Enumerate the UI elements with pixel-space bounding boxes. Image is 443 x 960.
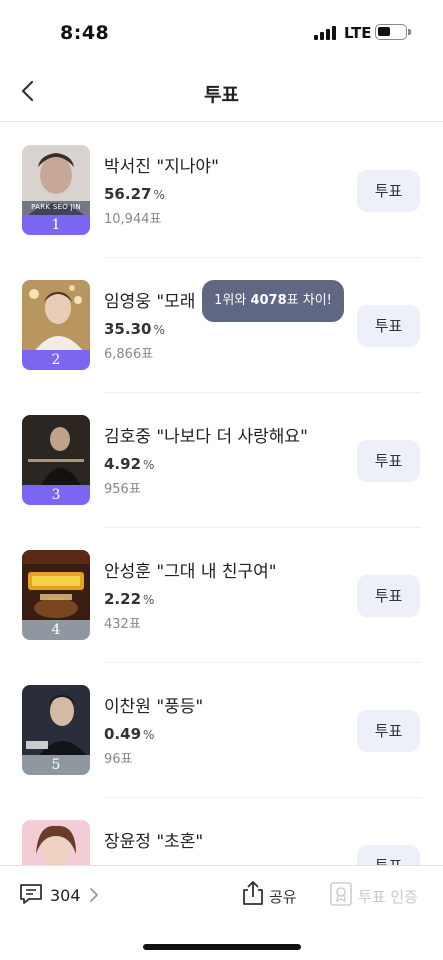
list-item: 장윤정 "초혼" 투표 bbox=[0, 798, 443, 865]
rank-badge: 5 bbox=[22, 755, 90, 775]
candidate-title: 이찬원 "풍등" bbox=[104, 697, 204, 717]
list-item: 4 안성훈 "그대 내 친구여" 2.22% 432표 투표 bbox=[0, 528, 443, 663]
rank-badge: 4 bbox=[22, 620, 90, 640]
artist-photo bbox=[22, 685, 90, 757]
vote-percent: 2.22% bbox=[104, 590, 155, 608]
status-bar: 8:48 LTE bbox=[0, 0, 443, 62]
network-label: LTE bbox=[344, 24, 372, 42]
share-icon[interactable] bbox=[240, 879, 266, 907]
artist-photo bbox=[22, 550, 90, 622]
list-item: 5 이찬원 "풍등" 0.49% 96표 투표 bbox=[0, 663, 443, 798]
vote-button[interactable]: 투표 bbox=[357, 575, 420, 617]
list-item: 2 임영웅 "모래 35.30% 6,866표 투표 bbox=[0, 258, 443, 393]
candidate-title: 박서진 "지나야" bbox=[104, 157, 219, 177]
vote-percent: 4.92% bbox=[104, 455, 155, 473]
album-thumbnail: 3 bbox=[22, 415, 90, 505]
candidate-title: 임영웅 "모래 bbox=[104, 292, 196, 312]
vote-count: 96표 bbox=[104, 752, 133, 767]
certificate-icon bbox=[329, 881, 353, 907]
vote-gap-tooltip: 1위와 4078표 차이! bbox=[202, 280, 344, 322]
vote-percent: 56.27% bbox=[104, 185, 165, 203]
candidate-title: 장윤정 "초혼" bbox=[104, 832, 204, 852]
vote-button[interactable]: 투표 bbox=[357, 845, 420, 865]
album-thumbnail bbox=[22, 820, 90, 865]
vote-count: 956표 bbox=[104, 482, 141, 497]
vote-button[interactable]: 투표 bbox=[357, 170, 420, 212]
candidate-list[interactable]: PARK SEO JIN 1 박서진 "지나야" 56.27% 10,944표 … bbox=[0, 123, 443, 865]
artist-photo bbox=[22, 820, 90, 865]
rank-badge: 2 bbox=[22, 350, 90, 370]
rank-badge: 1 bbox=[22, 215, 90, 235]
list-item: PARK SEO JIN 1 박서진 "지나야" 56.27% 10,944표 … bbox=[0, 123, 443, 258]
nav-bar: 투표 bbox=[0, 62, 443, 122]
album-thumbnail: PARK SEO JIN 1 bbox=[22, 145, 90, 235]
vote-percent: 0.49% bbox=[104, 725, 155, 743]
share-button[interactable]: 공유 bbox=[269, 886, 297, 907]
vote-percent: 35.30% bbox=[104, 320, 165, 338]
bottom-bar: 304 공유 투표 인증 bbox=[0, 865, 443, 923]
album-thumbnail: 2 bbox=[22, 280, 90, 370]
vote-button[interactable]: 투표 bbox=[357, 305, 420, 347]
battery-icon bbox=[375, 24, 411, 40]
artist-photo bbox=[22, 280, 90, 352]
chevron-right-icon[interactable] bbox=[88, 886, 100, 904]
vote-button[interactable]: 투표 bbox=[357, 710, 420, 752]
artist-photo bbox=[22, 415, 90, 487]
vote-certify-button: 투표 인증 bbox=[358, 888, 418, 906]
home-indicator bbox=[143, 944, 301, 950]
album-thumbnail: 4 bbox=[22, 550, 90, 640]
candidate-title: 김호중 "나보다 더 사랑해요" bbox=[104, 427, 308, 447]
candidate-title: 안성훈 "그대 내 친구여" bbox=[104, 562, 277, 582]
signal-icon bbox=[314, 26, 338, 40]
vote-button[interactable]: 투표 bbox=[357, 440, 420, 482]
comment-icon[interactable] bbox=[18, 881, 44, 907]
page-title: 투표 bbox=[204, 84, 239, 106]
vote-count: 432표 bbox=[104, 617, 141, 632]
list-item: 3 김호중 "나보다 더 사랑해요" 4.92% 956표 투표 bbox=[0, 393, 443, 528]
vote-count: 10,944표 bbox=[104, 212, 162, 227]
album-thumbnail: 5 bbox=[22, 685, 90, 775]
vote-count: 6,866표 bbox=[104, 347, 154, 362]
status-time: 8:48 bbox=[60, 22, 110, 44]
thumbnail-caption: PARK SEO JIN bbox=[31, 203, 81, 211]
comment-count[interactable]: 304 bbox=[50, 886, 81, 905]
rank-badge: 3 bbox=[22, 485, 90, 505]
